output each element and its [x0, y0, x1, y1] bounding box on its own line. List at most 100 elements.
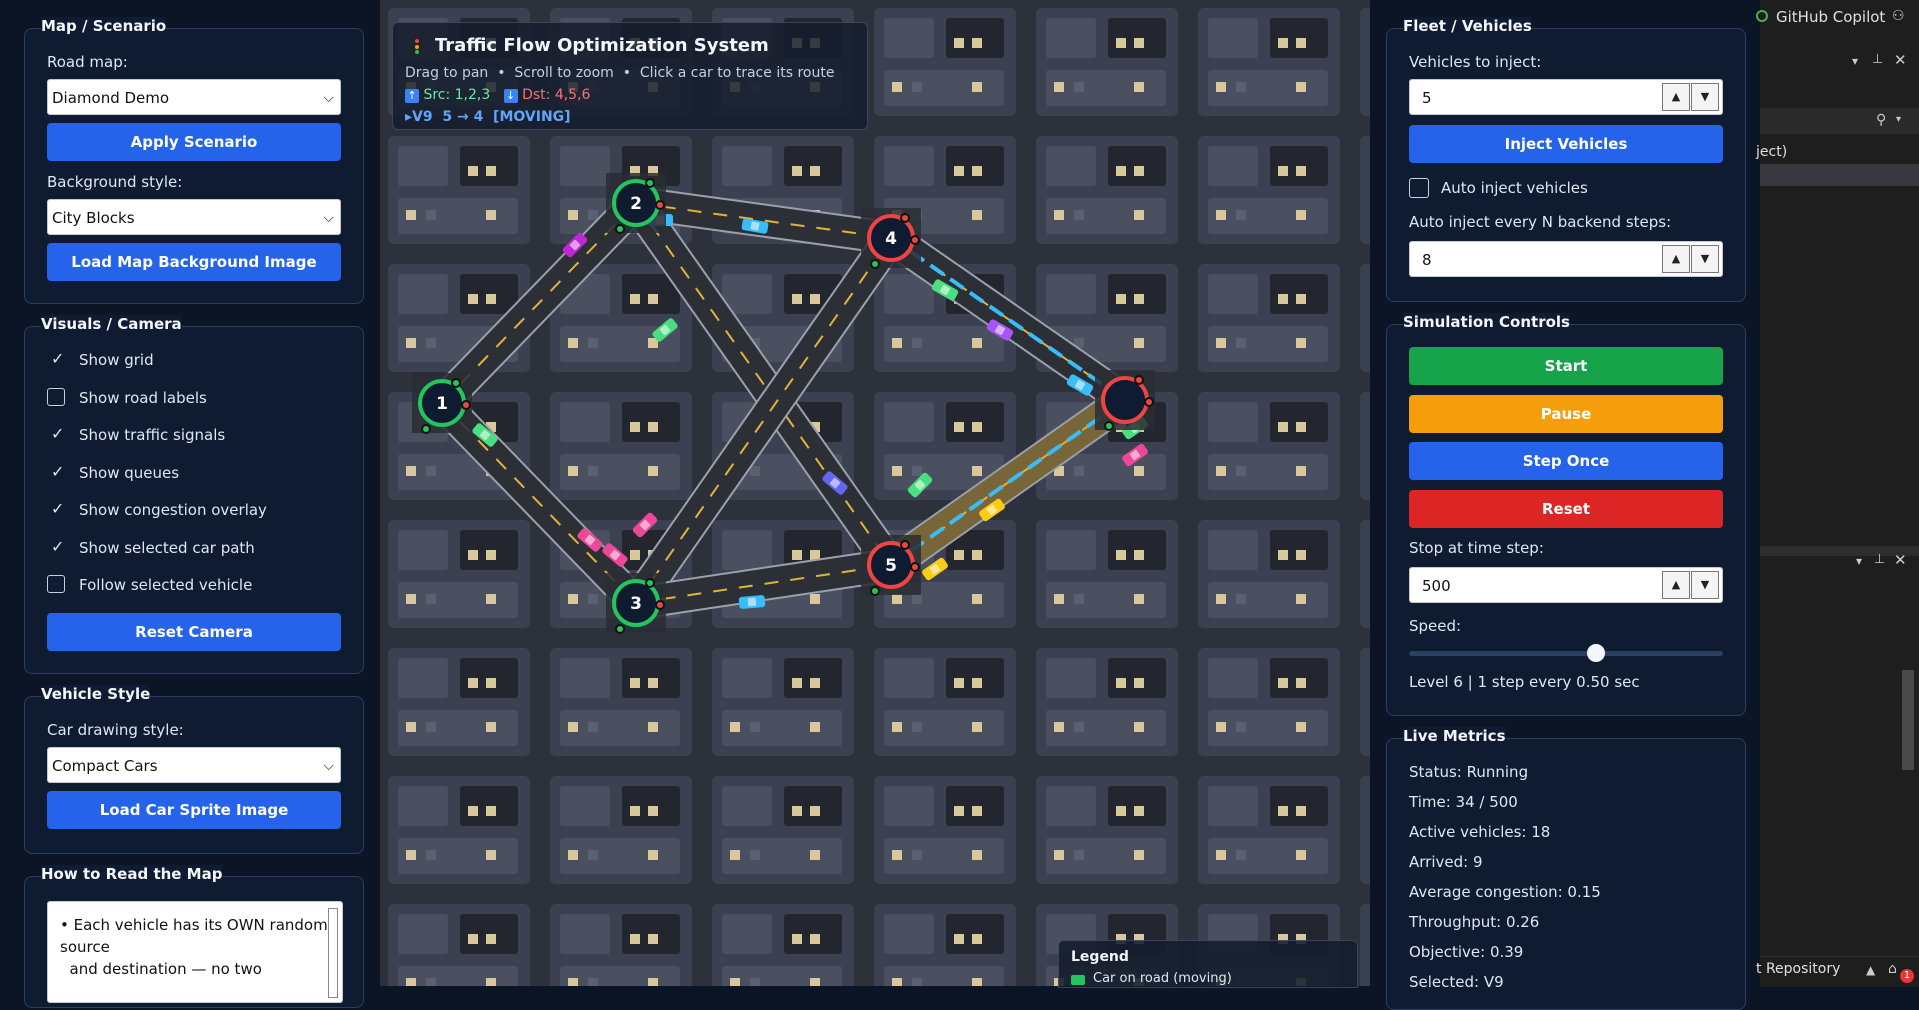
speed-level-text: Level 6 | 1 step every 0.50 sec — [1409, 673, 1640, 691]
hint-zoom: Scroll to zoom — [514, 65, 614, 81]
visual-option-checkbox[interactable]: ✓ Show traffic signals — [47, 424, 347, 446]
scrollbar[interactable] — [328, 908, 338, 998]
panel-title: Map / Scenario — [41, 17, 167, 35]
pause-button[interactable]: Pause — [1409, 395, 1723, 433]
panel-title: Fleet / Vehicles — [1403, 17, 1532, 35]
close-icon[interactable]: ✕ — [1894, 551, 1907, 569]
car-style-value: Compact Cars — [52, 757, 158, 775]
checkbox-box[interactable] — [47, 387, 65, 406]
dst-text: Dst: 4,5,6 — [522, 87, 591, 103]
node-label: 4 — [885, 229, 897, 249]
howto-line: and destination — no two — [60, 960, 262, 978]
intersection-node: 2 — [606, 173, 666, 234]
how-to-read-panel: How to Read the Map • Each vehicle has i… — [24, 865, 364, 1008]
metric-status: Status: Running — [1409, 763, 1529, 781]
fleet-panel: Fleet / Vehicles Vehicles to inject: 5 ▲… — [1386, 17, 1746, 302]
bullet: • — [618, 65, 636, 81]
hint-pan: Drag to pan — [405, 65, 489, 81]
repo-label[interactable]: t Repository — [1756, 961, 1840, 977]
pin-icon[interactable]: ⊥ — [1872, 52, 1883, 67]
slider-thumb[interactable] — [1586, 644, 1605, 662]
metric-selected: Selected: V9 — [1409, 973, 1504, 991]
ide-background: GitHub Copilot ⚇ ▾ ⊥ ✕ ⚲ ▾ ject) ▾ ⊥ ✕ t… — [1756, 0, 1919, 987]
visual-option-checkbox[interactable]: Follow selected vehicle — [47, 574, 347, 596]
stop-step-label: Stop at time step: — [1409, 539, 1544, 557]
reset-button[interactable]: Reset — [1409, 490, 1723, 528]
visual-option-checkbox[interactable]: Show road labels — [47, 387, 347, 409]
copilot-label[interactable]: GitHub Copilot — [1776, 8, 1885, 26]
intersection-node: 1 — [412, 373, 472, 434]
checkbox-box[interactable] — [47, 575, 65, 593]
visual-option-checkbox[interactable]: ✓ Show queues — [47, 462, 347, 484]
inject-vehicles-button[interactable]: Inject Vehicles — [1409, 125, 1723, 163]
check-icon[interactable]: ✓ — [51, 423, 64, 445]
auto-inject-every-input[interactable]: 8 ▲ ▼ — [1409, 241, 1723, 277]
load-map-background-button[interactable]: Load Map Background Image — [47, 243, 341, 281]
inject-count-value: 5 — [1422, 89, 1432, 107]
spin-up-icon[interactable]: ▲ — [1662, 571, 1690, 599]
howto-textarea[interactable]: • Each vehicle has its OWN random source… — [47, 901, 343, 1003]
speed-slider[interactable] — [1409, 644, 1723, 662]
reset-camera-button[interactable]: Reset Camera — [47, 613, 341, 651]
map-canvas[interactable]: 1 2 3 4 5 — [380, 0, 1370, 986]
close-icon[interactable]: ✕ — [1894, 51, 1907, 69]
visual-option-label: Show road labels — [79, 388, 207, 407]
copilot-icon — [1756, 10, 1768, 22]
simulation-controls-panel: Simulation Controls Start Pause Step Onc… — [1386, 313, 1746, 716]
road-map-value: Diamond Demo — [52, 89, 170, 107]
visual-option-checkbox[interactable]: ✓ Show selected car path — [47, 537, 347, 559]
person-icon[interactable]: ⚇ — [1892, 8, 1905, 24]
auto-inject-checkbox[interactable]: Auto inject vehicles — [1409, 177, 1709, 199]
spin-up-icon[interactable]: ▲ — [1662, 245, 1690, 273]
spin-down-icon[interactable]: ▼ — [1691, 83, 1719, 111]
ide-selected-row — [1760, 164, 1919, 186]
pin-icon[interactable]: ⊥ — [1874, 552, 1885, 567]
spin-down-icon[interactable]: ▼ — [1691, 245, 1719, 273]
search-icon[interactable]: ⚲ — [1876, 112, 1886, 128]
apply-scenario-button[interactable]: Apply Scenario — [47, 123, 341, 161]
visual-option-checkbox[interactable]: ✓ Show grid — [47, 349, 347, 371]
stop-step-value: 500 — [1422, 577, 1451, 595]
visual-option-label: Show congestion overlay — [79, 501, 267, 519]
stop-step-input[interactable]: 500 ▲ ▼ — [1409, 567, 1723, 603]
panel-title: How to Read the Map — [41, 865, 223, 883]
check-icon[interactable]: ✓ — [51, 348, 64, 370]
load-car-sprite-button[interactable]: Load Car Sprite Image — [47, 791, 341, 829]
vehicle-style-panel: Vehicle Style Car drawing style: Compact… — [24, 685, 364, 854]
app-title: Traffic Flow Optimization System — [435, 35, 769, 56]
start-button[interactable]: Start — [1409, 347, 1723, 385]
road-map-select[interactable]: Diamond Demo ⌵ — [47, 79, 341, 115]
traffic-light-icon — [413, 37, 421, 57]
up-arrow-icon[interactable]: ▲ — [1866, 963, 1875, 977]
check-icon[interactable]: ✓ — [51, 536, 64, 558]
visual-option-checkbox[interactable]: ✓ Show congestion overlay — [47, 499, 347, 521]
bg-style-select[interactable]: City Blocks ⌵ — [47, 199, 341, 235]
metric-time: Time: 34 / 500 — [1409, 793, 1518, 811]
legend-item: Car on road (moving) — [1093, 971, 1232, 986]
scrollbar[interactable] — [1902, 670, 1914, 770]
map-svg[interactable]: 1 2 3 4 5 — [380, 0, 1370, 986]
intersection-node — [1095, 370, 1155, 431]
check-icon[interactable]: ✓ — [51, 498, 64, 520]
intersection-node: 4 — [861, 208, 921, 269]
checkbox-box[interactable] — [1409, 178, 1429, 198]
legend-title: Legend — [1071, 949, 1129, 965]
slider-track — [1409, 651, 1723, 656]
live-metrics-panel: Live Metrics Status: Running Time: 34 / … — [1386, 727, 1746, 1010]
node-label: 3 — [630, 594, 642, 614]
bell-icon[interactable]: ⌂ — [1888, 961, 1897, 977]
pin-icon[interactable]: ▾ — [1852, 54, 1858, 68]
step-once-button[interactable]: Step Once — [1409, 442, 1723, 480]
car-style-select[interactable]: Compact Cars ⌵ — [47, 747, 341, 783]
chevron-down-icon: ⌵ — [323, 758, 334, 774]
visual-option-label: Show traffic signals — [79, 426, 226, 444]
left-sidebar: Map / Scenario Road map: Diamond Demo ⌵ … — [0, 0, 380, 1008]
check-icon[interactable]: ✓ — [51, 461, 64, 483]
chevron-down-icon: ⌵ — [323, 90, 334, 106]
spin-up-icon[interactable]: ▲ — [1662, 83, 1690, 111]
auto-inject-every-label: Auto inject every N backend steps: — [1409, 213, 1672, 231]
pin-icon[interactable]: ▾ — [1856, 554, 1862, 568]
inject-count-input[interactable]: 5 ▲ ▼ — [1409, 79, 1723, 115]
legend: Legend Car on road (moving) — [1058, 940, 1358, 988]
spin-down-icon[interactable]: ▼ — [1691, 571, 1719, 599]
